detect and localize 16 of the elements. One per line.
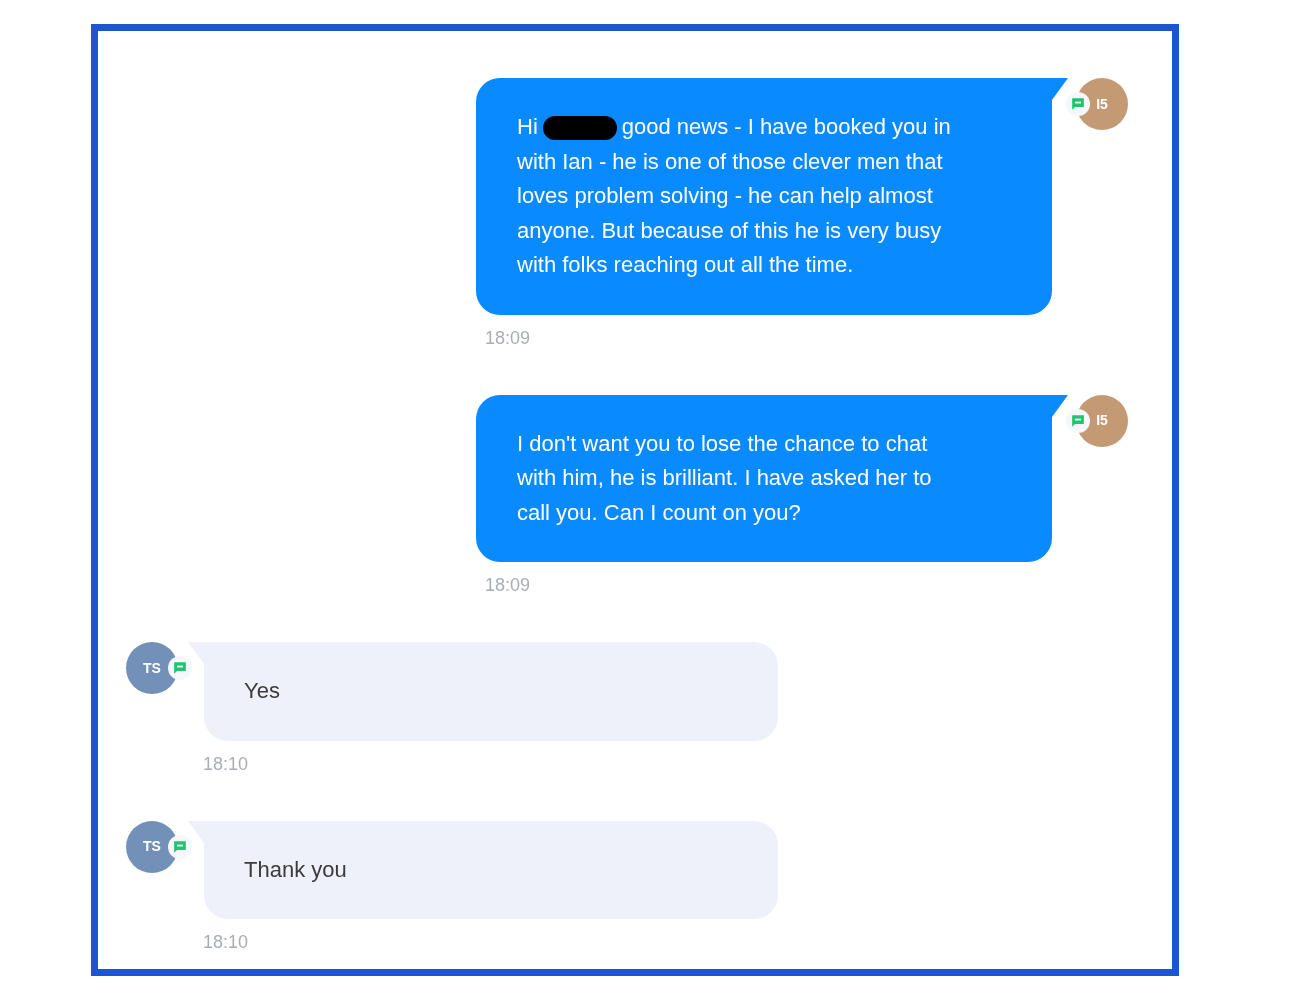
timestamp: 18:10: [203, 931, 249, 954]
chat-badge-icon: [1066, 92, 1090, 116]
message-text: Thank you: [244, 855, 347, 884]
timestamp: 18:09: [485, 574, 531, 597]
message-text: Hi: [517, 113, 538, 141]
message-text: I don't want you to lose the chance to chat with him, he is brilliant. I have asked her to call you. Can I count on you?: [517, 429, 933, 527]
avatar: TS: [126, 820, 178, 873]
message-text: good news - I have booked you in: [621, 113, 951, 141]
timestamp: 18:10: [203, 752, 249, 776]
message-text: Yes: [244, 677, 280, 705]
avatar: TS: [126, 642, 178, 694]
timestamp: 18:09: [485, 326, 531, 350]
chat-badge-icon: [168, 834, 192, 859]
chat-badge-icon: [168, 656, 192, 680]
message-text: with Ian - he is one of those clever men that loves problem solving - he can help almost anyone. But because of this he is very busy with folks reaching out all the time.: [517, 147, 944, 279]
chat-badge-icon: [1066, 408, 1090, 433]
